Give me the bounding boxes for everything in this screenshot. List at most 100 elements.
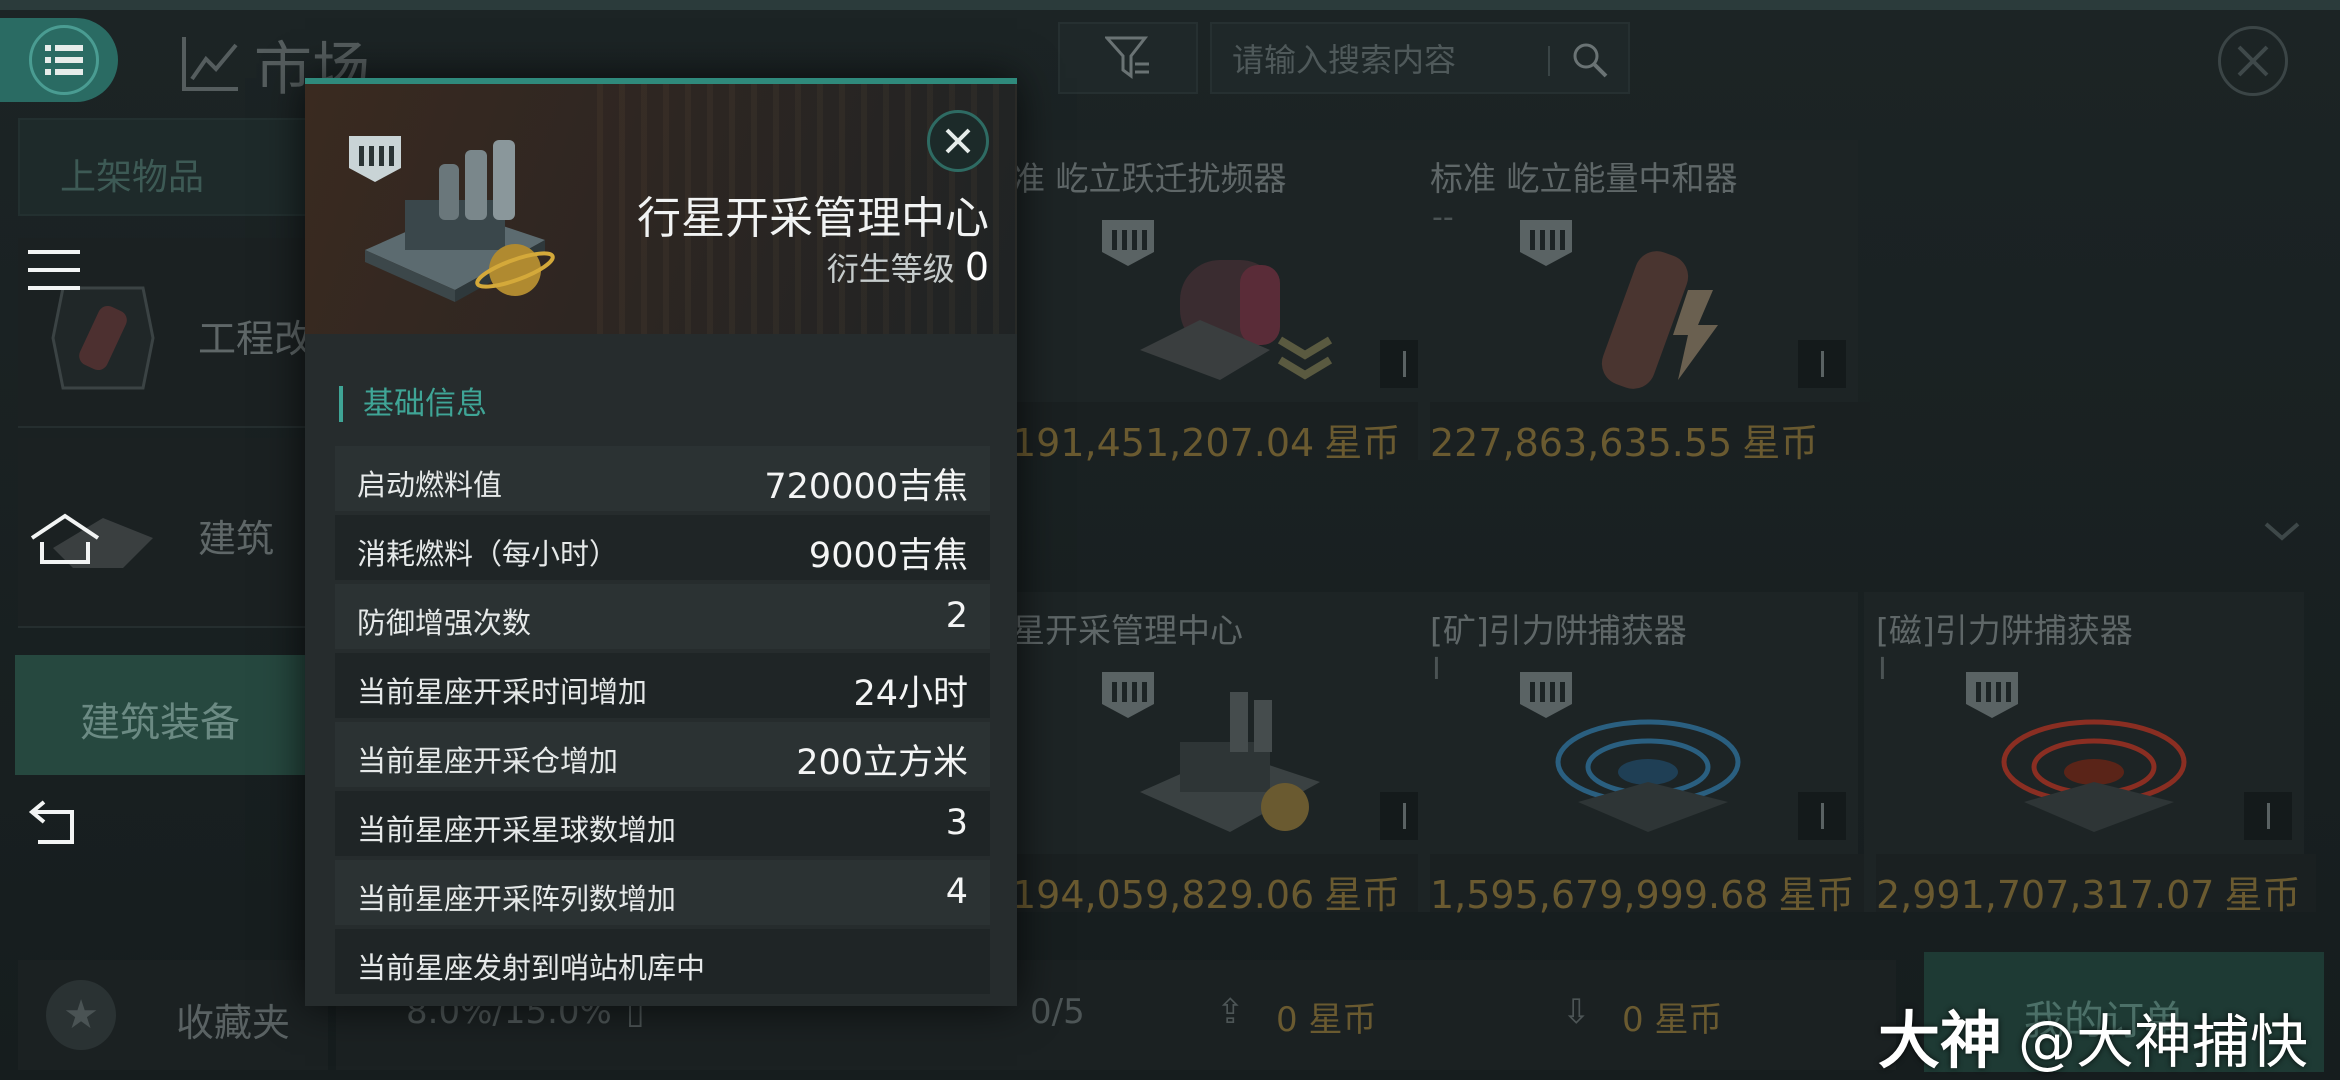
- back-nav-button[interactable]: [28, 800, 88, 846]
- favorites-button[interactable]: ★ 收藏夹: [18, 960, 328, 1070]
- subcategory-structure-equipment[interactable]: 建筑装备: [15, 655, 315, 775]
- search-input[interactable]: 请输入搜索内容: [1210, 22, 1630, 94]
- sell-icon: ⇪: [1216, 992, 1245, 1032]
- hamburger-icon: [28, 250, 80, 290]
- close-icon: [945, 128, 971, 154]
- gravity-well-ore-icon: [1555, 719, 1741, 832]
- listing-title: [矿]引力阱捕获器: [1430, 611, 1687, 650]
- attribute-row: 消耗燃料（每小时） 9000吉焦: [335, 515, 990, 580]
- section-basic-info: 基础信息: [339, 386, 487, 422]
- attribute-value: 3: [945, 803, 968, 843]
- rank-badge-icon: [349, 136, 401, 182]
- search-icon[interactable]: [1570, 40, 1610, 80]
- popup-close-button[interactable]: [927, 110, 989, 172]
- attribute-key: 防御增强次数: [357, 606, 532, 640]
- close-icon: [2237, 45, 2269, 77]
- price-value: 194,059,829.06: [1012, 873, 1315, 917]
- listing-card[interactable]: 标准 屹立能量中和器 -- 227,863,635.55 星币: [1418, 140, 1870, 465]
- attribute-row: 防御增强次数 2: [335, 584, 990, 649]
- price-unit: 星币: [1324, 873, 1401, 917]
- buy-amount: 0 星币: [1622, 1000, 1723, 1040]
- attribute-key: 启动燃料值: [357, 468, 503, 502]
- star-icon: ★: [46, 980, 116, 1050]
- listing-price: 2,991,707,317.07 星币: [1876, 854, 2316, 917]
- main-menu-button[interactable]: [0, 18, 118, 102]
- favorites-label: 收藏夹: [176, 1001, 291, 1045]
- attribute-row: 当前星座开采阵列数增加 4: [335, 860, 990, 925]
- derivative-level: 衍生等级 0: [827, 244, 989, 290]
- attribute-key: 消耗燃料（每小时）: [357, 537, 619, 571]
- watermark: 大神 @大神捕快: [1878, 990, 2308, 1080]
- item-name: 行星开采管理中心: [637, 193, 989, 244]
- gravity-well-magnetic-icon: [2001, 719, 2187, 832]
- listing-price: 191,451,207.04 星币: [1012, 402, 1452, 465]
- attribute-value: 4: [945, 872, 968, 912]
- attribute-list: 启动燃料值 720000吉焦 消耗燃料（每小时） 9000吉焦 防御增强次数 2 当前…: [335, 446, 990, 998]
- buy-icon: ⇩: [1562, 992, 1591, 1032]
- price-unit: 星币: [1324, 421, 1401, 465]
- attribute-value: 24小时: [853, 674, 968, 714]
- listing-title: 准 屹立跃迁扰频器: [1012, 159, 1287, 198]
- listing-title: 标准 屹立能量中和器: [1430, 159, 1738, 198]
- attribute-row: 启动燃料值 720000吉焦: [335, 446, 990, 511]
- attribute-row: 当前星座开采时间增加 24小时: [335, 653, 990, 718]
- warp-scrambler-icon: [1140, 260, 1333, 380]
- energy-neutralizer-icon: [1601, 251, 1718, 389]
- attribute-row: 当前星座开采星球数增加 3: [335, 791, 990, 856]
- attribute-value: 200立方米: [796, 743, 968, 783]
- price-value: 191,451,207.04: [1012, 421, 1315, 465]
- price-value: 227,863,635.55: [1430, 421, 1733, 465]
- listing-price: 194,059,829.06 星币: [1012, 854, 1452, 917]
- category-item-label: 建筑: [198, 517, 275, 561]
- listing-price: 1,595,679,999.68 星币: [1430, 854, 1870, 917]
- back-icon: [28, 800, 74, 844]
- derivative-level-value: 0: [964, 245, 989, 289]
- home-icon: [30, 513, 100, 564]
- attribute-key: 当前星座开采星球数增加: [357, 813, 677, 847]
- engineering-rig-icon: [51, 286, 155, 390]
- popup-header: 行星开采管理中心 衍生等级 0: [305, 84, 1017, 334]
- attribute-key: 当前星座开采阵列数增加: [357, 882, 677, 916]
- sell-amount: 0 星币: [1276, 1000, 1377, 1040]
- listing-card[interactable]: 准 屹立跃迁扰频器 191,451,207.04 星币: [1000, 140, 1452, 465]
- category-item-label: 工程改: [198, 317, 313, 361]
- subcategory-label: 建筑装备: [80, 700, 240, 746]
- mining-control-center-icon: [1140, 692, 1320, 832]
- item-detail-popup: 行星开采管理中心 衍生等级 0 基础信息 启动燃料值 720000吉焦 消耗燃料（每…: [305, 78, 1017, 1006]
- attribute-row: 当前星座发射到哨站机库中: [335, 929, 990, 994]
- home-nav-button[interactable]: [28, 512, 102, 566]
- filter-button[interactable]: [1058, 22, 1198, 94]
- tech-level-tag: [1798, 340, 1846, 388]
- chevron-down-icon[interactable]: [2262, 520, 2302, 544]
- close-market-button[interactable]: [2218, 26, 2288, 96]
- listing-card[interactable]: 星开采管理中心 194,059,829.06 星币: [1000, 592, 1452, 917]
- watermark-logo: 大神: [1878, 1004, 2003, 1077]
- derivative-level-label: 衍生等级: [826, 250, 955, 288]
- listing-subtitle: --: [1432, 200, 1454, 235]
- chart-icon: [182, 37, 238, 91]
- listing-subtitle: I: [1432, 652, 1441, 687]
- top-strip: [0, 0, 2340, 10]
- price-unit: 星币: [1778, 873, 1855, 917]
- listing-title: [磁]引力阱捕获器: [1876, 611, 2133, 650]
- attribute-value: 720000吉焦: [764, 467, 968, 507]
- listing-card[interactable]: [磁]引力阱捕获器 I 2,991,707,317.07 星币: [1864, 592, 2316, 917]
- price-value: 1,595,679,999.68: [1430, 873, 1769, 917]
- attribute-value: 9000吉焦: [808, 536, 968, 576]
- listing-price: 227,863,635.55 星币: [1430, 402, 1870, 465]
- list-icon: [45, 45, 83, 75]
- attribute-value: 2: [945, 596, 968, 636]
- price-unit: 星币: [1742, 421, 1819, 465]
- tech-level-tag: [2244, 792, 2292, 840]
- tab-listed-items[interactable]: 上架物品: [18, 118, 318, 216]
- price-unit: 星币: [2224, 873, 2301, 917]
- hamburger-nav-button[interactable]: [28, 248, 84, 292]
- attribute-key: 当前星座发射到哨站机库中: [357, 951, 706, 985]
- order-count: 0/5: [1030, 992, 1085, 1032]
- listing-card[interactable]: [矿]引力阱捕获器 I 1,595,679,999.68 星币: [1418, 592, 1870, 917]
- watermark-handle: @大神捕快: [2018, 1008, 2309, 1076]
- tab-listed-items-label: 上架物品: [60, 157, 205, 198]
- tech-level-tag: [1798, 792, 1846, 840]
- listing-title: 星开采管理中心: [1012, 611, 1243, 650]
- search-separator: [1548, 46, 1550, 76]
